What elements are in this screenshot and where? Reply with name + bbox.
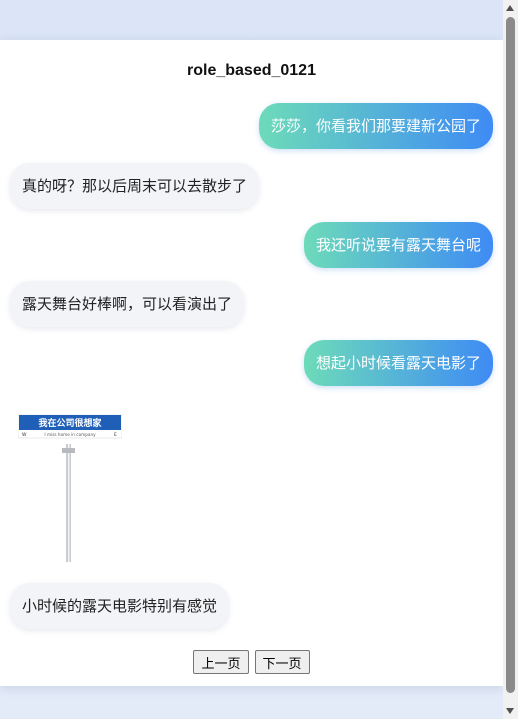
user-message: 我还听说要有露天舞台呢 bbox=[303, 222, 493, 268]
bot-message: 真的呀？那以后周末可以去散步了 bbox=[10, 163, 260, 209]
bot-message: 露天舞台好棒啊，可以看演出了 bbox=[10, 281, 245, 327]
page-background: role_based_0121 莎莎，你看我们那要建新公园了 真的呀？那以后周末… bbox=[0, 0, 503, 719]
sign-subtext: I miss home in company bbox=[44, 432, 96, 437]
scroll-down-arrow-icon[interactable] bbox=[506, 708, 514, 714]
vertical-scrollbar[interactable] bbox=[503, 0, 518, 719]
pagination: 上一页 下一页 bbox=[0, 650, 503, 674]
user-message: 莎莎，你看我们那要建新公园了 bbox=[258, 103, 493, 149]
sign-west-mark: W bbox=[22, 432, 27, 438]
prev-page-button[interactable]: 上一页 bbox=[193, 650, 249, 674]
street-sign-image: 我在公司很想家 I miss home in company W E bbox=[18, 414, 122, 562]
sign-east-mark: E bbox=[114, 432, 117, 438]
next-page-button[interactable]: 下一页 bbox=[254, 650, 310, 674]
page-title: role_based_0121 bbox=[187, 62, 316, 79]
sign-text: 我在公司很想家 bbox=[38, 417, 102, 429]
scrollbar-thumb[interactable] bbox=[506, 17, 515, 693]
chat-card: role_based_0121 莎莎，你看我们那要建新公园了 真的呀？那以后周末… bbox=[0, 40, 503, 686]
user-message: 想起小时候看露天电影了 bbox=[303, 340, 493, 386]
scroll-up-arrow-icon[interactable] bbox=[506, 5, 514, 11]
bot-message: 小时候的露天电影特别有感觉 bbox=[10, 583, 230, 629]
